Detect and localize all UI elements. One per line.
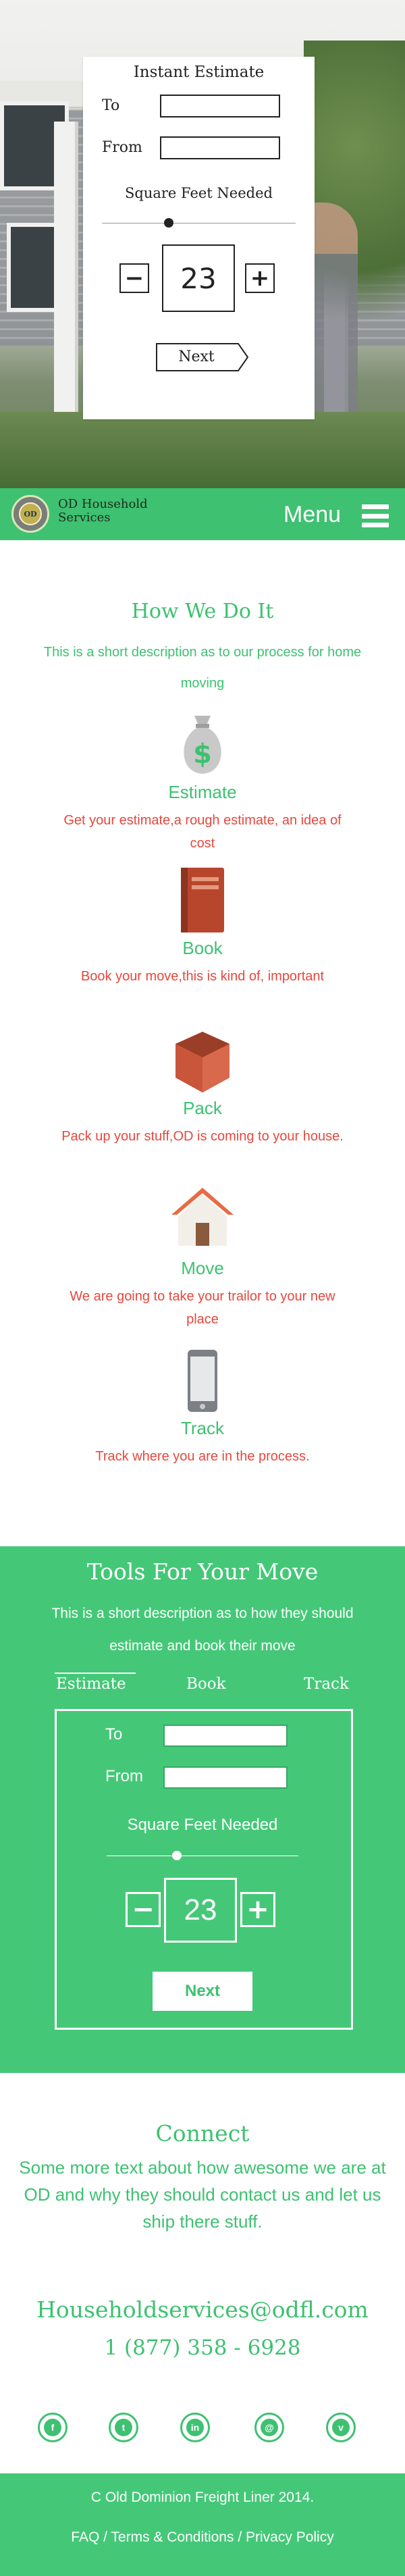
logo[interactable]: OD — [11, 495, 49, 533]
widget-increment-button[interactable]: + — [240, 1892, 275, 1927]
nav-bar: OD OD Household Services Menu — [0, 488, 405, 540]
vimeo-icon[interactable]: v — [326, 2413, 356, 2442]
tab-estimate[interactable]: Estimate — [56, 1675, 126, 1693]
tab-track[interactable]: Track — [304, 1675, 349, 1693]
house-icon — [169, 1185, 236, 1253]
sqft-value[interactable]: 23 — [162, 244, 235, 312]
facebook-icon[interactable]: f — [38, 2413, 68, 2442]
linkedin-icon[interactable]: in — [180, 2413, 210, 2442]
lawn — [0, 412, 405, 488]
hamburger-menu-icon[interactable] — [362, 504, 389, 527]
faq-link[interactable]: FAQ — [71, 2529, 99, 2545]
brand-line-2: Services — [58, 510, 111, 525]
brand-line-1: OD Household — [58, 497, 148, 511]
widget-sqft-value[interactable]: 23 — [164, 1878, 237, 1943]
privacy-link[interactable]: Privacy Policy — [246, 2529, 334, 2545]
step-description-estimate: Get your estimate,a rough estimate, an i… — [63, 813, 342, 851]
money-bag-icon: $ — [169, 710, 236, 778]
email-link[interactable]: Householdservices@odfl.com — [0, 2296, 405, 2323]
book-icon — [169, 866, 236, 934]
instant-estimate-card: Instant Estimate To From Square Feet Nee… — [83, 57, 315, 419]
increment-button[interactable]: + — [245, 263, 275, 293]
footer-links: FAQ / Terms & Conditions / Privacy Polic… — [0, 2529, 405, 2546]
widget-to-field[interactable] — [163, 1725, 288, 1747]
step-description-track: Track where you are in the process. — [95, 1449, 310, 1464]
box-icon — [169, 1028, 236, 1095]
widget-slider-handle[interactable] — [172, 1851, 182, 1860]
step-title-move: Move — [181, 1258, 224, 1278]
active-tab-indicator — [55, 1673, 136, 1674]
to-field[interactable] — [160, 95, 280, 117]
terms-link[interactable]: Terms & Conditions — [111, 2529, 234, 2545]
widget-to-label: To — [105, 1725, 123, 1743]
connect-title: Connect — [155, 2120, 250, 2147]
tools-title: Tools For Your Move — [86, 1558, 319, 1585]
from-field[interactable] — [160, 136, 280, 159]
sqft-slider-handle[interactable] — [164, 218, 173, 228]
step-description-book: Book your move,this is kind of, importan… — [80, 969, 325, 984]
logo-emblem: OD — [19, 502, 42, 525]
twitter-icon[interactable]: t — [109, 2413, 138, 2442]
step-title-estimate: Estimate — [168, 782, 237, 802]
widget-from-field[interactable] — [163, 1766, 288, 1789]
link-separator: / — [234, 2529, 246, 2545]
from-label: From — [102, 139, 142, 156]
step-title-book: Book — [182, 938, 223, 958]
link-separator: / — [99, 2529, 111, 2545]
widget-sqft-label: Square Feet Needed — [127, 1816, 278, 1834]
phone-link[interactable]: 1 (877) 358 - 6928 — [0, 2336, 405, 2360]
to-label: To — [102, 97, 120, 114]
how-description: This is a short description as to our pr… — [43, 645, 362, 691]
menu-label[interactable]: Menu — [284, 502, 341, 528]
tools-description: This is a short description as to how th… — [51, 1606, 354, 1654]
step-title-track: Track — [180, 1418, 225, 1438]
next-button[interactable]: Next — [156, 343, 249, 371]
instagram-icon[interactable]: @ — [254, 2413, 284, 2442]
copyright-text: C Old Dominion Freight Liner 2014. — [90, 2490, 315, 2505]
sqft-slider-track[interactable] — [102, 223, 296, 224]
brand-name[interactable]: OD Household Services — [58, 498, 173, 525]
step-title-pack: Pack — [183, 1098, 222, 1118]
step-description-move: We are going to take your trailor to you… — [70, 1289, 335, 1327]
step-description-pack: Pack up your stuff,OD is coming to your … — [61, 1129, 344, 1144]
tab-book[interactable]: Book — [186, 1675, 226, 1693]
hero-section: Instant Estimate To From Square Feet Nee… — [0, 0, 405, 488]
connect-text: Some more text about how awesome we are … — [19, 2157, 386, 2232]
how-title: How We Do It — [131, 600, 274, 623]
estimate-card-title: Instant Estimate — [133, 63, 265, 81]
phone-icon — [169, 1347, 236, 1415]
widget-from-label: From — [105, 1767, 143, 1785]
widget-next-button[interactable]: Next — [153, 1972, 252, 2011]
next-button-label: Next — [178, 348, 215, 365]
footer — [0, 2473, 405, 2576]
sqft-label: Square Feet Needed — [125, 185, 273, 201]
widget-decrement-button[interactable]: − — [126, 1892, 161, 1927]
svg-text:$: $ — [193, 739, 212, 770]
decrement-button[interactable]: − — [119, 263, 149, 293]
